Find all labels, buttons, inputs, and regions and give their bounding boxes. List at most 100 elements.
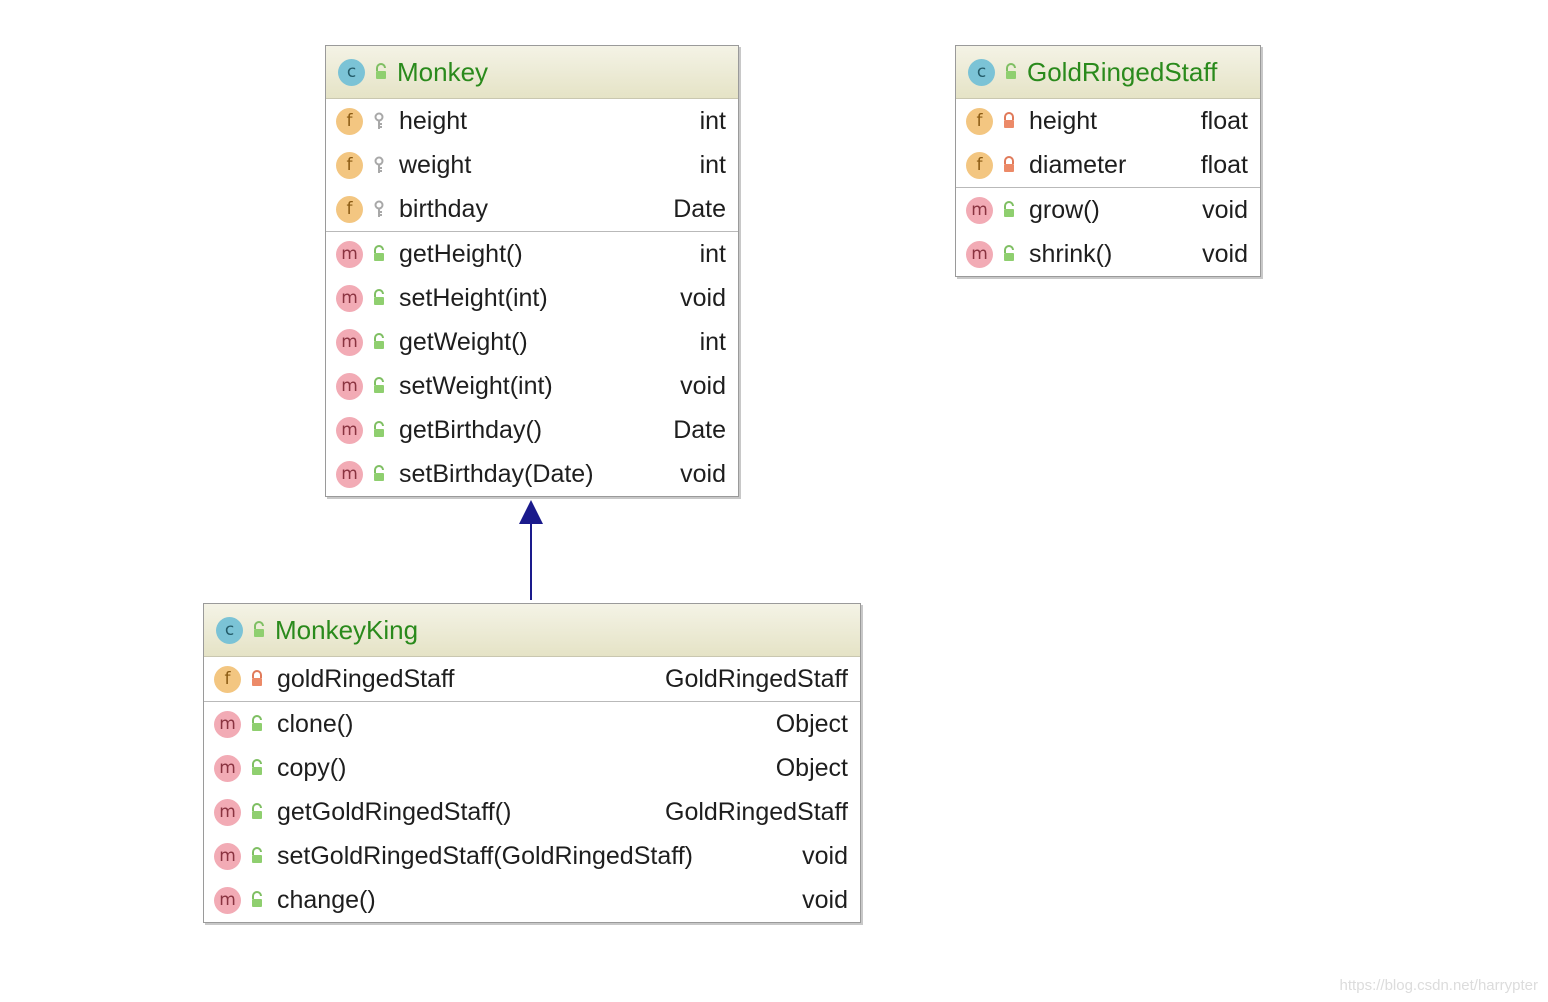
field-name: birthday [399, 194, 488, 223]
method-badge-icon: m [336, 284, 363, 312]
method-name: grow() [1029, 195, 1100, 224]
public-unlock-icon [371, 289, 387, 307]
field-name: weight [399, 150, 472, 179]
method-badge-icon: m [966, 240, 993, 268]
method-row[interactable]: m copy() Object [204, 746, 860, 790]
method-badge-icon: m [336, 372, 363, 400]
method-name: getGoldRingedStaff() [277, 797, 512, 826]
field-badge-icon: f [966, 107, 993, 135]
class-badge-icon: c [338, 58, 365, 86]
class-monkey-king[interactable]: c MonkeyKing f goldRingedStaff GoldRinge… [203, 603, 861, 923]
public-unlock-icon [1003, 63, 1019, 81]
method-badge-icon: m [214, 754, 241, 782]
fields-section: f height float f diameter float [956, 99, 1260, 187]
method-badge-icon: m [336, 240, 363, 268]
method-name: getHeight() [399, 239, 523, 268]
public-unlock-icon [249, 715, 265, 733]
field-name: height [1029, 106, 1098, 135]
field-type: Date [673, 194, 726, 223]
field-row[interactable]: f height float [956, 99, 1260, 143]
method-type: void [680, 371, 726, 400]
method-type: void [802, 885, 848, 914]
package-key-icon [371, 112, 387, 130]
public-unlock-icon [371, 377, 387, 395]
method-row[interactable]: m getHeight() int [326, 232, 738, 276]
class-badge-icon: c [968, 58, 995, 86]
method-name: shrink() [1029, 239, 1113, 268]
field-badge-icon: f [214, 665, 241, 693]
method-badge-icon: m [336, 460, 363, 488]
method-name: setHeight(int) [399, 283, 548, 312]
private-lock-icon [249, 670, 265, 688]
method-row[interactable]: m setWeight(int) void [326, 364, 738, 408]
method-row[interactable]: m getBirthday() Date [326, 408, 738, 452]
public-unlock-icon [249, 847, 265, 865]
class-name: MonkeyKing [275, 614, 419, 645]
public-unlock-icon [371, 245, 387, 263]
field-badge-icon: f [336, 107, 363, 135]
method-name: setWeight(int) [399, 371, 553, 400]
field-type: float [1200, 106, 1248, 135]
method-row[interactable]: m shrink() void [956, 232, 1260, 276]
field-row[interactable]: f height int [326, 99, 738, 143]
method-row[interactable]: m setGoldRingedStaff(GoldRingedStaff) vo… [204, 834, 860, 878]
field-badge-icon: f [336, 195, 363, 223]
method-row[interactable]: m grow() void [956, 188, 1260, 232]
public-unlock-icon [371, 333, 387, 351]
method-type: int [699, 327, 726, 356]
class-header[interactable]: c MonkeyKing [204, 604, 860, 657]
field-type: int [699, 106, 726, 135]
class-header[interactable]: c GoldRingedStaff [956, 46, 1260, 99]
field-name: goldRingedStaff [277, 664, 455, 693]
method-badge-icon: m [214, 798, 241, 826]
public-unlock-icon [371, 465, 387, 483]
public-unlock-icon [371, 421, 387, 439]
method-type: void [802, 841, 848, 870]
method-type: void [680, 283, 726, 312]
public-unlock-icon [249, 891, 265, 909]
method-badge-icon: m [214, 886, 241, 914]
method-row[interactable]: m setHeight(int) void [326, 276, 738, 320]
method-name: setGoldRingedStaff(GoldRingedStaff) [277, 841, 693, 870]
method-type: Object [775, 753, 848, 782]
class-monkey[interactable]: c Monkey f height int f weight int f bir… [325, 45, 739, 497]
method-name: copy() [277, 753, 347, 782]
method-type: void [1202, 239, 1248, 268]
private-lock-icon [1001, 112, 1017, 130]
method-type: Object [775, 709, 848, 738]
field-row[interactable]: f diameter float [956, 143, 1260, 187]
inheritance-arrowhead [519, 500, 543, 524]
class-badge-icon: c [216, 616, 243, 644]
method-row[interactable]: m setBirthday(Date) void [326, 452, 738, 496]
method-row[interactable]: m getGoldRingedStaff() GoldRingedStaff [204, 790, 860, 834]
method-row[interactable]: m clone() Object [204, 702, 860, 746]
method-badge-icon: m [336, 328, 363, 356]
method-type: void [680, 459, 726, 488]
field-type: GoldRingedStaff [665, 664, 848, 693]
method-type: void [1202, 195, 1248, 224]
public-unlock-icon [373, 63, 389, 81]
method-name: setBirthday(Date) [399, 459, 594, 488]
public-unlock-icon [251, 621, 267, 639]
methods-section: m clone() Object m copy() Object m getGo… [204, 701, 860, 922]
public-unlock-icon [249, 803, 265, 821]
method-name: getBirthday() [399, 415, 543, 444]
fields-section: f goldRingedStaff GoldRingedStaff [204, 657, 860, 701]
method-name: change() [277, 885, 376, 914]
method-badge-icon: m [214, 842, 241, 870]
method-row[interactable]: m getWeight() int [326, 320, 738, 364]
watermark: https://blog.csdn.net/harrypter [1339, 977, 1538, 994]
field-row[interactable]: f weight int [326, 143, 738, 187]
field-row[interactable]: f goldRingedStaff GoldRingedStaff [204, 657, 860, 701]
field-name: diameter [1029, 150, 1127, 179]
package-key-icon [371, 200, 387, 218]
field-name: height [399, 106, 468, 135]
package-key-icon [371, 156, 387, 174]
methods-section: m grow() void m shrink() void [956, 187, 1260, 276]
field-row[interactable]: f birthday Date [326, 187, 738, 231]
class-header[interactable]: c Monkey [326, 46, 738, 99]
class-gold-ringed-staff[interactable]: c GoldRingedStaff f height float f diame… [955, 45, 1261, 277]
public-unlock-icon [1001, 245, 1017, 263]
method-row[interactable]: m change() void [204, 878, 860, 922]
field-badge-icon: f [966, 151, 993, 179]
